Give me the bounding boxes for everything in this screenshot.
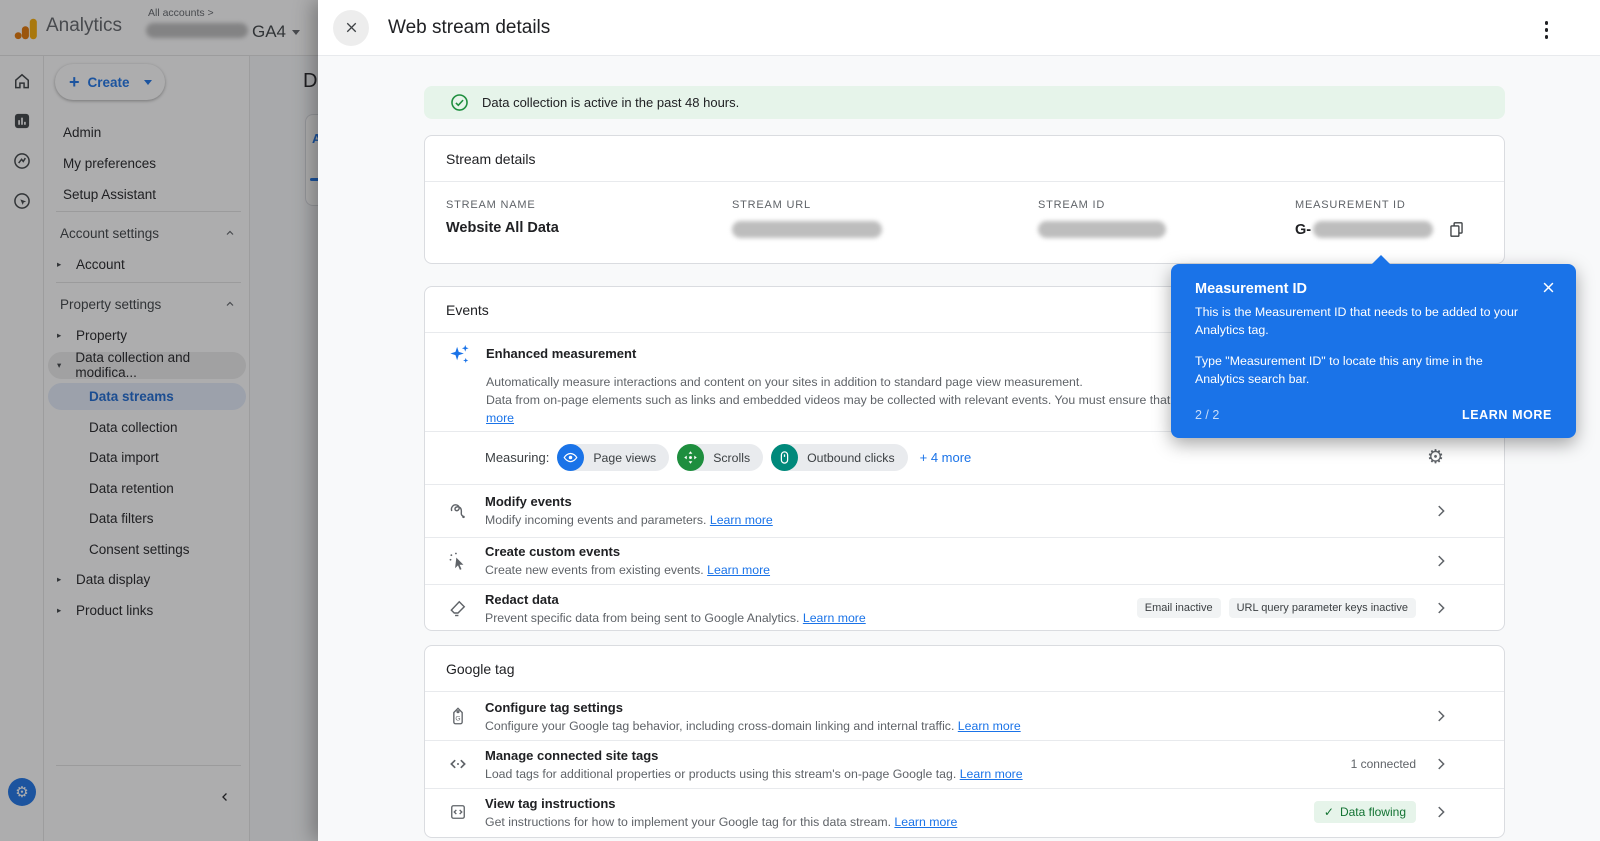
data-flowing-badge: ✓ Data flowing: [1313, 801, 1416, 823]
learn-more-link[interactable]: Learn more: [894, 815, 957, 829]
learn-more-link[interactable]: Learn more: [707, 563, 770, 577]
manage-connected-site-tags-row[interactable]: Manage connected site tags Load tags for…: [425, 740, 1504, 788]
measuring-row: Measuring: Page views Scrolls Outbound c…: [425, 431, 1504, 484]
connected-tags-icon: [448, 754, 468, 774]
view-tag-instructions-row[interactable]: View tag instructions Get instructions f…: [425, 788, 1504, 836]
google-tag-icon: G: [448, 706, 468, 726]
panel-header: Web stream details: [318, 0, 1600, 56]
chip-scrolls[interactable]: Scrolls: [677, 444, 764, 471]
stream-name-value: Website All Data: [446, 220, 559, 236]
stream-name-field: STREAM NAME Website All Data: [446, 199, 732, 239]
panel-title: Web stream details: [388, 16, 551, 38]
enhanced-measurement-settings-icon[interactable]: ⚙: [1427, 448, 1444, 467]
stream-url-field: STREAM URL: [732, 199, 1038, 239]
data-collection-banner: Data collection is active in the past 48…: [424, 86, 1505, 119]
card-title: Stream details: [425, 136, 1504, 182]
check-icon: ✓: [1323, 805, 1334, 819]
email-status-badge: Email inactive: [1136, 598, 1221, 618]
svg-text:G: G: [455, 716, 460, 723]
chevron-right-icon: [1432, 755, 1450, 773]
chevron-right-icon: [1432, 599, 1450, 617]
measurement-id-tooltip: Measurement ID This is the Measurement I…: [1171, 255, 1576, 438]
tooltip-pagination: 2 / 2: [1195, 407, 1220, 422]
sparkle-icon: [448, 343, 471, 427]
gesture-icon: [448, 501, 468, 521]
tooltip-title: Measurement ID: [1195, 281, 1308, 297]
tooltip-close-icon[interactable]: [1541, 280, 1556, 295]
connected-count: 1 connected: [1350, 757, 1416, 771]
learn-more-link[interactable]: Learn more: [958, 719, 1021, 733]
google-tag-card: Google tag G Configure tag settings Conf…: [424, 645, 1505, 838]
eye-icon: [557, 444, 585, 471]
redact-data-row[interactable]: Redact data Prevent specific data from b…: [425, 584, 1504, 632]
chevron-right-icon: [1432, 803, 1450, 821]
measuring-label: Measuring:: [485, 450, 550, 465]
redacted-measurement-id: [1313, 221, 1434, 238]
more-options-icon[interactable]: [1543, 19, 1551, 41]
modify-events-row[interactable]: Modify events Modify incoming events and…: [425, 484, 1504, 537]
learn-more-link[interactable]: Learn more: [803, 611, 866, 625]
modal-scrim[interactable]: [0, 0, 318, 841]
more-link[interactable]: more: [486, 411, 514, 425]
tooltip-learn-more-button[interactable]: LEARN MORE: [1462, 408, 1552, 422]
url-query-status-badge: URL query parameter keys inactive: [1228, 598, 1416, 618]
close-button[interactable]: [333, 9, 369, 46]
tooltip-body-1: This is the Measurement ID that needs to…: [1195, 305, 1519, 337]
stream-details-card: Stream details STREAM NAME Website All D…: [424, 135, 1505, 264]
check-circle-icon: [450, 93, 469, 112]
measurement-id-prefix: G-: [1295, 221, 1312, 238]
tooltip-body-2: Type "Measurement ID" to locate this any…: [1195, 353, 1483, 386]
redacted-stream-url: [732, 221, 882, 238]
chevron-right-icon: [1432, 707, 1450, 725]
redacted-stream-id: [1038, 221, 1166, 238]
stream-id-field: STREAM ID: [1038, 199, 1295, 239]
chevron-right-icon: [1432, 502, 1450, 520]
chip-page-views[interactable]: Page views: [557, 444, 670, 471]
learn-more-link[interactable]: Learn more: [710, 513, 773, 527]
copy-icon[interactable]: [1447, 220, 1466, 239]
card-title: Google tag: [425, 646, 1504, 692]
web-stream-details-panel: Web stream details Data collection is ac…: [318, 0, 1600, 841]
tag-instructions-icon: [448, 802, 468, 822]
mouse-icon: [771, 444, 799, 471]
chevron-right-icon: [1432, 552, 1450, 570]
more-chips-link[interactable]: + 4 more: [920, 450, 972, 465]
scroll-icon: [677, 444, 705, 471]
measurement-id-field: MEASUREMENT ID G-: [1295, 199, 1504, 239]
cursor-sparkle-icon: [448, 551, 468, 571]
eraser-icon: [448, 598, 468, 618]
learn-more-link[interactable]: Learn more: [960, 767, 1023, 781]
tooltip-arrow: [1372, 255, 1390, 264]
create-custom-events-row[interactable]: Create custom events Create new events f…: [425, 537, 1504, 584]
ga4-admin-screen: Analytics All accounts > GA4 ⚙ + Create …: [0, 0, 1600, 841]
chip-outbound-clicks[interactable]: Outbound clicks: [771, 444, 908, 471]
configure-tag-settings-row[interactable]: G Configure tag settings Configure your …: [425, 692, 1504, 740]
banner-text: Data collection is active in the past 48…: [482, 95, 740, 110]
